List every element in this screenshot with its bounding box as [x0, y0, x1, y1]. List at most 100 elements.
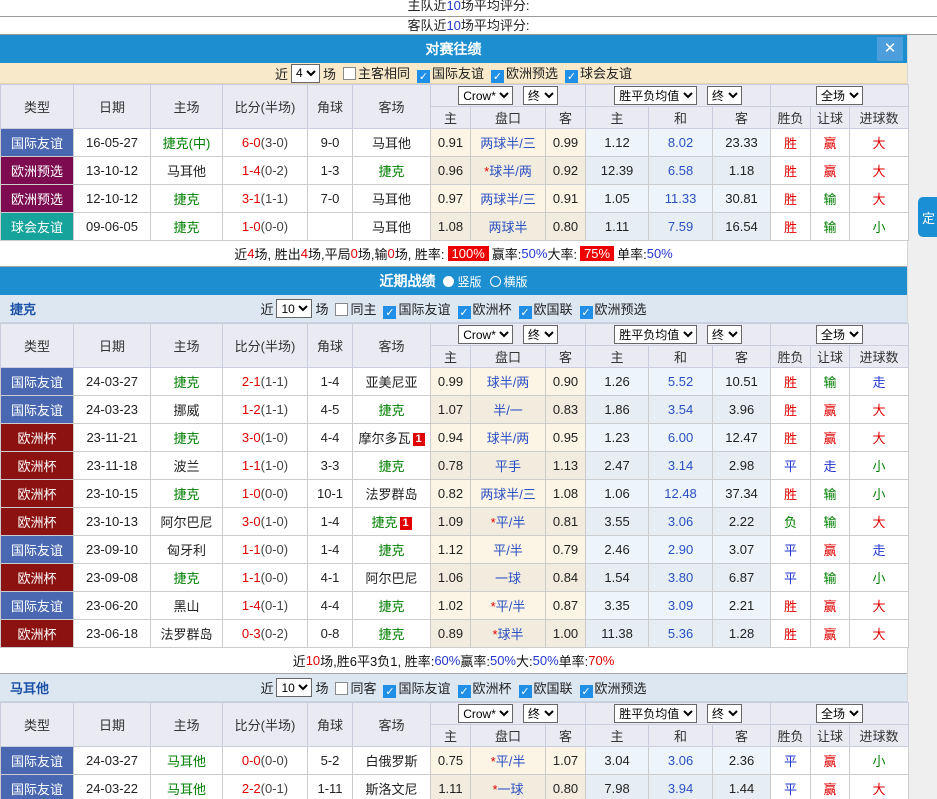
cell-avg-draw: 12.48 — [649, 480, 713, 508]
cell-result: 胜 — [771, 592, 811, 620]
side-tab-ding[interactable]: 定 — [918, 197, 937, 237]
col-result: 胜负 — [771, 725, 811, 747]
odds-time-select[interactable]: 终 — [523, 704, 558, 723]
cell-score: 3-0(1-0) — [223, 424, 308, 452]
h2h-count-select[interactable]: 4 — [291, 64, 320, 83]
team1-count-select[interactable]: 10 — [276, 299, 312, 318]
checkbox-国际友谊[interactable]: ✓ — [383, 306, 396, 319]
period-select[interactable]: 全场 — [816, 704, 863, 723]
odds-time-select[interactable]: 终 — [523, 86, 558, 105]
cell-away-odds: 0.87 — [546, 592, 586, 620]
avg-type-select[interactable]: 胜平负均值 — [614, 86, 697, 105]
cell-result: 胜 — [771, 157, 811, 185]
cell-away-odds: 0.92 — [546, 157, 586, 185]
cell-match-type: 国际友谊 — [1, 368, 74, 396]
checkbox-欧洲杯[interactable]: ✓ — [458, 685, 471, 698]
cell-avg-home: 2.46 — [586, 536, 649, 564]
col-corner: 角球 — [308, 85, 353, 129]
cell-avg-draw: 3.06 — [649, 747, 713, 775]
odds-time-select[interactable]: 终 — [523, 325, 558, 344]
cell-home-team: 马耳他 — [151, 775, 223, 799]
col-handicap: 盘口 — [471, 107, 546, 129]
cell-avg-draw: 5.36 — [649, 620, 713, 648]
col-odds-away: 客 — [546, 346, 586, 368]
cell-goals-result: 大 — [850, 129, 909, 157]
table-row: 国际友谊24-03-27捷克2-1(1-1)1-4亚美尼亚0.99球半/两0.9… — [1, 368, 909, 396]
cell-avg-away: 37.34 — [713, 480, 771, 508]
checkbox-欧洲预选[interactable]: ✓ — [580, 306, 593, 319]
cell-avg-home: 1.11 — [586, 213, 649, 241]
checkbox-label: 欧洲杯 — [473, 681, 512, 696]
games-label: 场 — [315, 678, 328, 697]
cell-match-type: 国际友谊 — [1, 536, 74, 564]
horizontal-radio[interactable] — [490, 276, 501, 287]
cell-handicap-result: 输 — [811, 368, 850, 396]
team2-count-select[interactable]: 10 — [276, 678, 312, 697]
checkbox-同主[interactable] — [335, 303, 348, 316]
cell-home-team: 捷克 — [151, 424, 223, 452]
cell-date: 23-11-18 — [74, 452, 151, 480]
avg-time-select[interactable]: 终 — [707, 325, 742, 344]
cell-handicap-result: 赢 — [811, 775, 850, 799]
close-icon[interactable]: ✕ — [877, 37, 903, 61]
col-type: 类型 — [1, 703, 74, 747]
checkbox-欧洲预选[interactable]: ✓ — [580, 685, 593, 698]
avg-time-select[interactable]: 终 — [707, 704, 742, 723]
checkbox-国际友谊[interactable]: ✓ — [383, 685, 396, 698]
recent-title: 近期战绩 — [379, 271, 435, 291]
cell-home-odds: 1.12 — [431, 536, 471, 564]
cell-avg-draw: 3.80 — [649, 564, 713, 592]
cell-home-odds: 0.82 — [431, 480, 471, 508]
cell-corners: 1-3 — [308, 157, 353, 185]
games-label: 场 — [323, 64, 336, 83]
horizontal-label: 横版 — [504, 273, 528, 290]
cell-home-team: 马耳他 — [151, 157, 223, 185]
main-panel: 对赛往绩 ✕ 近 4 场 主客相同✓国际友谊✓欧洲预选✓球会友谊 类型 日期 主… — [0, 35, 908, 799]
checkbox-欧洲杯[interactable]: ✓ — [458, 306, 471, 319]
bookmaker-select[interactable]: Crow* — [458, 86, 513, 105]
team1-filter-checkboxes: 同主✓国际友谊✓欧洲杯✓欧国联✓欧洲预选 — [328, 299, 646, 319]
period-select[interactable]: 全场 — [816, 86, 863, 105]
table-row: 国际友谊16-05-27捷克(中)6-0(3-0)9-0马耳他0.91两球半/三… — [1, 129, 909, 157]
col-date: 日期 — [74, 324, 151, 368]
cell-score: 0-3(0-2) — [223, 620, 308, 648]
cell-handicap: 两球半/三 — [471, 185, 546, 213]
col-handicap-result: 让球 — [811, 346, 850, 368]
bookmaker-select[interactable]: Crow* — [458, 325, 513, 344]
cell-away-odds: 0.80 — [546, 775, 586, 799]
cell-match-type: 欧洲杯 — [1, 564, 74, 592]
cell-date: 13-10-12 — [74, 157, 151, 185]
cell-avg-draw: 3.06 — [649, 508, 713, 536]
cell-avg-draw: 2.90 — [649, 536, 713, 564]
checkbox-欧洲预选[interactable]: ✓ — [491, 70, 504, 83]
cell-handicap-result: 输 — [811, 480, 850, 508]
avg-time-select[interactable]: 终 — [707, 86, 742, 105]
period-select[interactable]: 全场 — [816, 325, 863, 344]
col-home: 主场 — [151, 85, 223, 129]
text-segment: 100% — [448, 246, 489, 261]
checkbox-同客[interactable] — [335, 682, 348, 695]
cell-handicap-result: 赢 — [811, 157, 850, 185]
cell-score: 2-2(0-1) — [223, 775, 308, 799]
avg-type-select[interactable]: 胜平负均值 — [614, 704, 697, 723]
vertical-radio[interactable] — [443, 276, 454, 287]
bookmaker-select[interactable]: Crow* — [458, 704, 513, 723]
text-segment: 10 — [446, 18, 460, 33]
cell-corners: 4-5 — [308, 396, 353, 424]
cell-goals-result: 大 — [850, 157, 909, 185]
cell-score: 3-1(1-1) — [223, 185, 308, 213]
cell-avg-away: 16.54 — [713, 213, 771, 241]
cell-home-team: 黑山 — [151, 592, 223, 620]
col-away: 客场 — [353, 85, 431, 129]
checkbox-欧国联[interactable]: ✓ — [519, 306, 532, 319]
checkbox-球会友谊[interactable]: ✓ — [565, 70, 578, 83]
cell-date: 12-10-12 — [74, 185, 151, 213]
checkbox-欧国联[interactable]: ✓ — [519, 685, 532, 698]
text-segment: 70% — [588, 653, 614, 668]
checkbox-主客相同[interactable] — [343, 67, 356, 80]
cell-home-odds: 1.08 — [431, 213, 471, 241]
checkbox-国际友谊[interactable]: ✓ — [417, 70, 430, 83]
cell-corners: 3-3 — [308, 452, 353, 480]
avg-type-select[interactable]: 胜平负均值 — [614, 325, 697, 344]
col-date: 日期 — [74, 703, 151, 747]
